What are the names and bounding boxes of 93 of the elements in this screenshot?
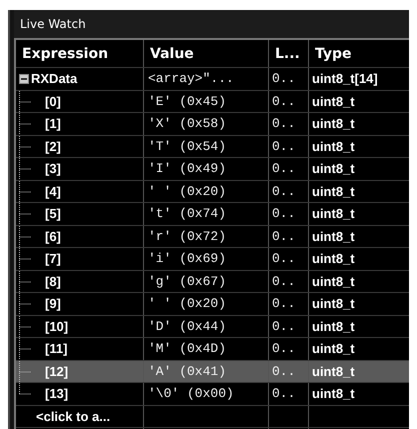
expression-text: [10] <box>45 318 68 334</box>
watch-row[interactable]: RXData <array>"... 0.. uint8_t[14] <box>16 68 409 90</box>
tree-branch-icon <box>19 316 31 337</box>
expression-text: [0] <box>45 94 61 109</box>
type-text: uint8_t <box>311 92 356 111</box>
location-text: 0.. <box>269 136 309 157</box>
location-text: 0.. <box>269 270 309 292</box>
location-text: 0.. <box>269 226 309 247</box>
watch-row[interactable]: [1] 'X' (0x58) 0.. uint8_t <box>16 113 409 136</box>
location-text: 0.. <box>269 293 309 314</box>
location-text: 0.. <box>269 203 309 224</box>
type-text: uint8_t <box>311 340 356 358</box>
tree-branch-icon <box>19 226 31 247</box>
type-text: uint8_t <box>311 138 356 156</box>
expression-text: [4] <box>45 184 61 199</box>
type-text: uint8_t <box>311 250 356 268</box>
watch-row[interactable]: [6] 'r' (0x72) 0.. uint8_t <box>16 226 409 248</box>
tree-branch-icon <box>19 293 31 314</box>
type-text: uint8_t <box>311 182 356 201</box>
expression-text: [2] <box>45 138 61 154</box>
tree-branch-icon <box>19 158 31 180</box>
location-text: 0.. <box>269 316 309 337</box>
value-text: 'T' (0x54) <box>144 136 269 157</box>
watch-row[interactable]: [5] 't' (0x74) 0.. uint8_t <box>16 203 409 226</box>
watch-row[interactable]: [2] 'T' (0x54) 0.. uint8_t <box>16 136 409 158</box>
type-text: uint8_t <box>311 228 356 246</box>
column-header[interactable]: Value <box>144 40 269 67</box>
expression-text: [1] <box>45 116 61 132</box>
watch-row[interactable]: [8] 'g' (0x67) 0.. uint8_t <box>16 270 409 293</box>
type-text: uint8_t <box>311 205 356 224</box>
watch-row[interactable]: [12] 'A' (0x41) 0.. uint8_t <box>16 360 409 383</box>
type-text: uint8_t <box>311 115 356 134</box>
watch-row[interactable]: [3] 'I' (0x49) 0.. uint8_t <box>16 158 409 180</box>
location-text: 0.. <box>269 360 309 382</box>
location-text: 0.. <box>269 158 309 180</box>
expression-text: [8] <box>45 274 61 289</box>
location-text: 0.. <box>269 68 309 90</box>
value-text: 'g' (0x67) <box>144 270 269 292</box>
collapse-icon[interactable] <box>19 74 29 84</box>
expression-text: [6] <box>45 228 61 244</box>
type-text: uint8_t <box>311 295 356 314</box>
value-text: 'X' (0x58) <box>144 113 269 134</box>
value-text: 'E' (0x45) <box>144 90 269 112</box>
value-text: 't' (0x74) <box>144 203 269 224</box>
expression-text: [13] <box>45 386 68 402</box>
expression-text: RXData <box>31 71 78 86</box>
tree-branch-icon <box>19 113 31 134</box>
tree-branch-icon <box>19 270 31 292</box>
watch-row[interactable]: [4] ' ' (0x20) 0.. uint8_t <box>16 180 409 203</box>
type-text: uint8_t <box>311 318 356 336</box>
type-text: uint8_t <box>311 160 356 178</box>
tree-branch-icon <box>19 203 31 224</box>
type-text: uint8_t <box>311 362 356 381</box>
tree-branch-icon <box>19 338 31 360</box>
value-text: '\0' (0x00) <box>144 383 269 404</box>
expression-text: [7] <box>45 251 61 266</box>
location-text: 0.. <box>269 383 309 404</box>
expression-text: [12] <box>45 364 68 379</box>
value-text: 'D' (0x44) <box>144 316 269 337</box>
value-text: 'r' (0x72) <box>144 226 269 247</box>
location-text: 0.. <box>269 90 309 112</box>
value-text: 'I' (0x49) <box>144 158 269 180</box>
location-text: 0.. <box>269 338 309 360</box>
expression-text: [9] <box>45 296 61 312</box>
add-expression-row[interactable]: <click to a... <box>16 406 144 427</box>
window-title: Live Watch <box>14 10 409 38</box>
column-header[interactable]: L... <box>269 40 309 67</box>
value-text: 'i' (0x69) <box>144 248 269 270</box>
watch-row[interactable]: [9] ' ' (0x20) 0.. uint8_t <box>16 293 409 316</box>
type-text: uint8_t <box>311 385 356 404</box>
tree-branch-icon <box>19 90 31 112</box>
tree-branch-icon <box>19 180 31 202</box>
value-text: 'A' (0x41) <box>144 360 269 382</box>
expression-text: [11] <box>45 341 68 356</box>
location-text: 0.. <box>269 113 309 134</box>
expression-text: [3] <box>45 161 61 176</box>
column-header[interactable]: Type <box>309 40 409 67</box>
tree-branch-icon <box>19 136 31 157</box>
column-header[interactable]: Expression <box>16 40 144 67</box>
tree-branch-icon <box>19 248 31 270</box>
expression-text: [5] <box>45 206 61 222</box>
watch-row[interactable]: [13] '\0' (0x00) 0.. uint8_t <box>16 383 409 406</box>
value-text: ' ' (0x20) <box>144 293 269 314</box>
type-text: uint8_t[14] <box>311 70 379 88</box>
watch-row[interactable]: [10] 'D' (0x44) 0.. uint8_t <box>16 316 409 338</box>
location-text: 0.. <box>269 248 309 270</box>
location-text: 0.. <box>269 180 309 202</box>
value-text: <array>"... <box>144 68 269 90</box>
watch-row[interactable]: [0] 'E' (0x45) 0.. uint8_t <box>16 90 409 113</box>
watch-row[interactable]: [7] 'i' (0x69) 0.. uint8_t <box>16 248 409 270</box>
type-text: uint8_t <box>311 272 356 291</box>
value-text: 'M' (0x4D) <box>144 338 269 360</box>
value-text: ' ' (0x20) <box>144 180 269 202</box>
